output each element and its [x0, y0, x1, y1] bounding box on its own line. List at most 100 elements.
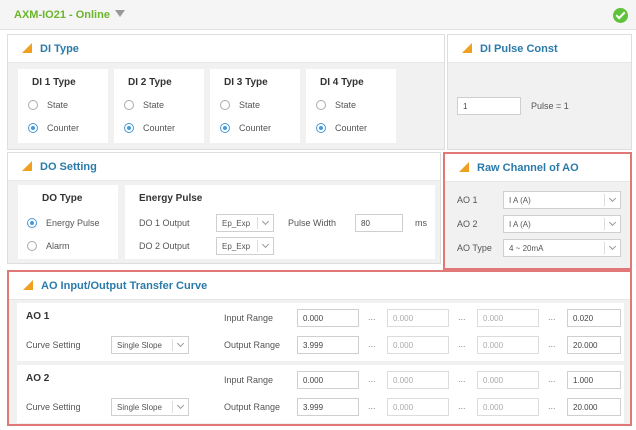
device-selector[interactable]: AXM-IO21 - Online: [14, 9, 125, 21]
chevron-down-icon: [608, 194, 617, 203]
ao1-input-range-3[interactable]: 0.000: [477, 309, 539, 327]
ao1-output-range-1[interactable]: 3.999: [297, 336, 359, 354]
ao1-curve-label: AO 1: [26, 311, 50, 322]
chevron-down-icon: [261, 240, 270, 249]
di3-label: DI 3 Type: [224, 77, 268, 88]
chevron-down-icon: [608, 218, 617, 227]
alarm-option: Alarm: [46, 241, 70, 251]
di4-label: DI 4 Type: [320, 77, 364, 88]
ao2-output-range-3[interactable]: 0.000: [477, 398, 539, 416]
ao2-output-range-2[interactable]: 0.000: [387, 398, 449, 416]
energy-pulse-label: Energy Pulse: [139, 193, 203, 204]
di-type-panel: DI Type DI 1 Type State Counter DI 2 Typ…: [7, 34, 445, 150]
ao2-input-range-4[interactable]: 1.000: [567, 371, 621, 389]
ao1-input-range-1[interactable]: 0.000: [297, 309, 359, 327]
range-ellipsis: ...: [548, 339, 556, 349]
di3-counter-radio[interactable]: [220, 123, 230, 133]
top-bar: AXM-IO21 - Online: [0, 0, 636, 30]
ao2-curve-setting-select[interactable]: Single Slope: [111, 398, 189, 416]
di-type-title: DI Type: [40, 43, 79, 55]
ao2-input-range-3[interactable]: 0.000: [477, 371, 539, 389]
select-divider: [257, 217, 258, 229]
ao1-output-range-label: Output Range: [224, 340, 281, 350]
di2-state-radio[interactable]: [124, 100, 134, 110]
di-pulse-header: DI Pulse Const: [448, 35, 631, 63]
di3-state-label: State: [239, 100, 261, 110]
ao2-curve-card: AO 2 Curve Setting Single Slope Input Ra…: [17, 365, 624, 423]
select-divider: [172, 401, 173, 413]
do1-output-select[interactable]: Ep_Exp: [216, 214, 274, 232]
ao1-input-range-2[interactable]: 0.000: [387, 309, 449, 327]
do-setting-panel: DO Setting DO Type Energy Pulse Alarm En…: [7, 152, 441, 264]
energy-pulse-radio[interactable]: [27, 218, 37, 228]
section-triangle-icon: [459, 162, 469, 172]
ao2-curve-setting-value: Single Slope: [117, 403, 162, 412]
raw-ao1-value: I A (A): [509, 196, 531, 205]
do-type-label: DO Type: [42, 193, 83, 204]
online-status-icon: [613, 8, 628, 23]
di2-label: DI 2 Type: [128, 77, 172, 88]
raw-ao2-value: I A (A): [509, 220, 531, 229]
di4-card: DI 4 Type State Counter: [306, 69, 396, 143]
ao2-output-range-4[interactable]: 20.000: [567, 398, 621, 416]
chevron-down-icon: [176, 339, 185, 348]
do-setting-title: DO Setting: [40, 161, 97, 173]
di3-counter-label: Counter: [239, 123, 272, 133]
di-type-header: DI Type: [8, 35, 444, 63]
ao2-input-range-1[interactable]: 0.000: [297, 371, 359, 389]
range-ellipsis: ...: [458, 374, 466, 384]
raw-ao1-select[interactable]: I A (A): [503, 191, 621, 209]
ao1-input-range-4[interactable]: 0.020: [567, 309, 621, 327]
ao-type-select[interactable]: 4 ~ 20mA: [503, 239, 621, 257]
range-ellipsis: ...: [368, 312, 376, 322]
ao2-curve-label: AO 2: [26, 373, 50, 384]
ao2-input-range-label: Input Range: [224, 375, 274, 385]
select-divider: [172, 339, 173, 351]
pulse-width-label: Pulse Width: [288, 218, 337, 228]
select-divider: [604, 218, 605, 230]
di4-counter-radio[interactable]: [316, 123, 326, 133]
do2-output-select[interactable]: Ep_Exp: [216, 237, 274, 255]
select-divider: [257, 240, 258, 252]
ao1-output-range-4[interactable]: 20.000: [567, 336, 621, 354]
ao1-curve-setting-select[interactable]: Single Slope: [111, 336, 189, 354]
pulse-const-text: Pulse = 1: [531, 101, 569, 111]
di3-state-radio[interactable]: [220, 100, 230, 110]
di-pulse-panel: DI Pulse Const 1 Pulse = 1: [447, 34, 632, 150]
ao2-input-range-2[interactable]: 0.000: [387, 371, 449, 389]
ao1-output-range-2[interactable]: 0.000: [387, 336, 449, 354]
section-triangle-icon: [22, 161, 32, 171]
di1-state-label: State: [47, 100, 69, 110]
ao-curve-header: AO Input/Output Transfer Curve: [9, 272, 630, 300]
alarm-radio[interactable]: [27, 241, 37, 251]
di4-state-radio[interactable]: [316, 100, 326, 110]
di1-label: DI 1 Type: [32, 77, 76, 88]
raw-channel-ao-panel: Raw Channel of AO AO 1 I A (A) AO 2 I A …: [443, 152, 632, 270]
range-ellipsis: ...: [548, 401, 556, 411]
energy-pulse-option: Energy Pulse: [46, 218, 100, 228]
ao2-output-range-1[interactable]: 3.999: [297, 398, 359, 416]
ao1-output-range-3[interactable]: 0.000: [477, 336, 539, 354]
do-setting-header: DO Setting: [8, 153, 440, 181]
range-ellipsis: ...: [368, 339, 376, 349]
di4-state-label: State: [335, 100, 357, 110]
di2-counter-label: Counter: [143, 123, 176, 133]
pulse-width-input[interactable]: 80: [355, 214, 403, 232]
di1-state-radio[interactable]: [28, 100, 38, 110]
pulse-const-input[interactable]: 1: [457, 97, 521, 115]
di2-counter-radio[interactable]: [124, 123, 134, 133]
raw-ao2-select[interactable]: I A (A): [503, 215, 621, 233]
energy-pulse-card: Energy Pulse DO 1 Output Ep_Exp DO 2 Out…: [125, 185, 435, 259]
raw-channel-header: Raw Channel of AO: [445, 154, 630, 182]
di1-counter-radio[interactable]: [28, 123, 38, 133]
ao1-curve-setting-value: Single Slope: [117, 341, 162, 350]
di3-card: DI 3 Type State Counter: [210, 69, 300, 143]
range-ellipsis: ...: [368, 374, 376, 384]
ao-type-value: 4 ~ 20mA: [509, 244, 544, 253]
di-pulse-title: DI Pulse Const: [480, 43, 558, 55]
chevron-down-icon: [176, 401, 185, 410]
ao2-curve-setting-label: Curve Setting: [26, 402, 81, 412]
ao2-output-range-label: Output Range: [224, 402, 281, 412]
device-name: AXM-IO21 - Online: [14, 9, 110, 21]
dropdown-caret-icon: [114, 10, 125, 17]
